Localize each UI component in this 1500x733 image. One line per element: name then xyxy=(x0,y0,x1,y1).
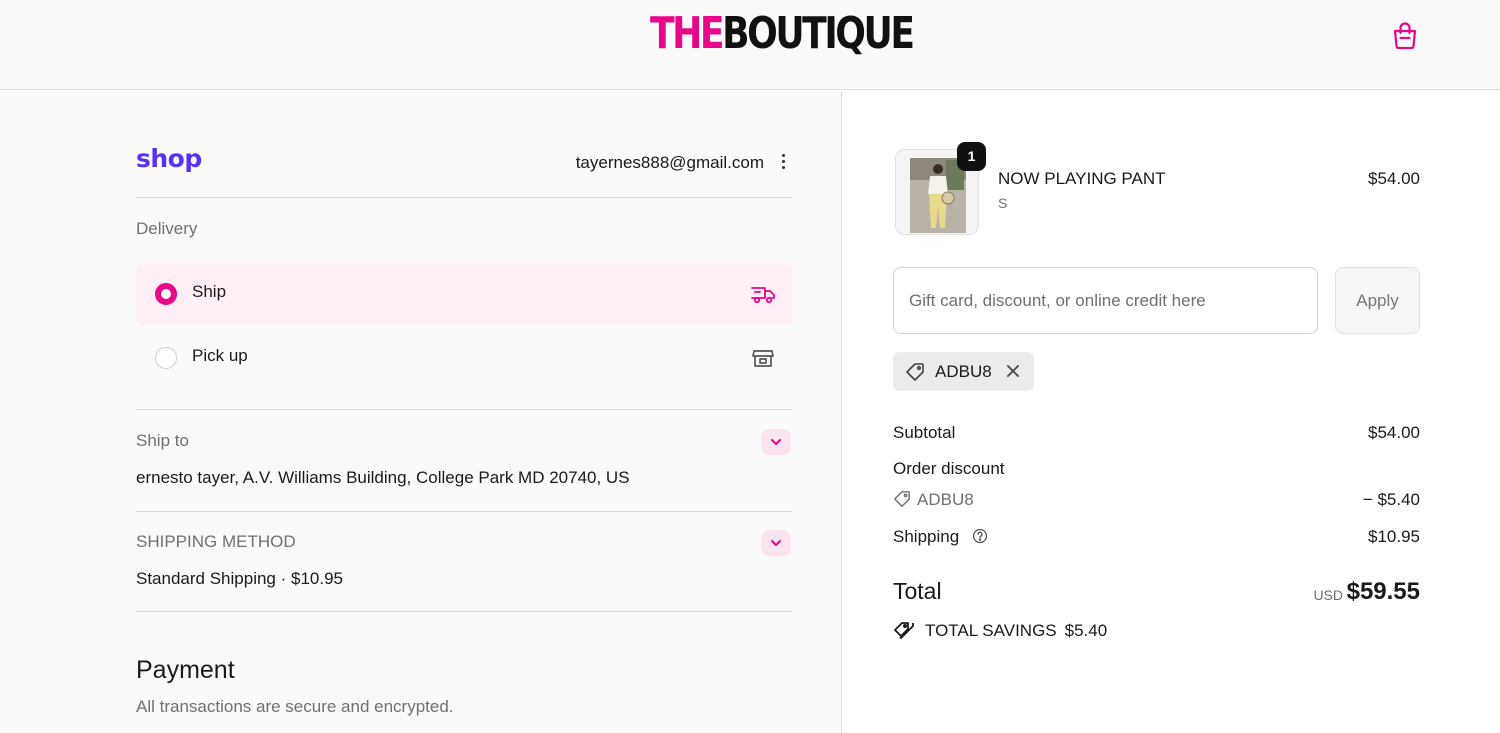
shop-pay-logo: shop xyxy=(136,144,202,173)
total-label: Total xyxy=(893,578,942,604)
ship-option-label: Ship xyxy=(192,282,227,301)
total-savings: TOTAL SAVINGS $5.40 xyxy=(893,620,1107,641)
shipping-value: $10.95 xyxy=(1368,527,1420,546)
ship-to-expand-button[interactable] xyxy=(761,429,791,455)
shipping-method-value: Standard Shipping · $10.95 xyxy=(136,569,343,588)
subtotal-value: $54.00 xyxy=(1368,423,1420,442)
order-discount-code: ADBU8 xyxy=(893,490,974,510)
chevron-down-icon xyxy=(771,540,781,546)
pickup-radio[interactable] xyxy=(155,347,177,369)
total-value: $59.55 xyxy=(1346,578,1420,605)
ship-radio[interactable] xyxy=(155,283,177,305)
divider xyxy=(136,409,792,410)
discount-code-input[interactable] xyxy=(893,267,1318,334)
payment-subtitle: All transactions are secure and encrypte… xyxy=(136,697,454,716)
apply-discount-button[interactable]: Apply xyxy=(1335,267,1420,334)
product-name: NOW PLAYING PANT xyxy=(998,169,1166,188)
order-summary: 1 NOW PLAYING PANT S $54.00 Apply ADBU8 … xyxy=(843,91,1500,733)
delivery-option-pickup[interactable]: Pick up xyxy=(136,328,792,388)
payment-heading: Payment xyxy=(136,656,235,684)
tag-icon xyxy=(906,363,924,381)
shipping-method-expand-button[interactable] xyxy=(761,530,791,556)
remove-discount-button[interactable] xyxy=(1003,361,1023,381)
divider xyxy=(136,197,792,198)
tags-icon xyxy=(894,622,914,639)
product-price: $54.00 xyxy=(1368,169,1420,188)
delivery-heading: Delivery xyxy=(136,219,198,238)
ship-to-label: Ship to xyxy=(136,431,189,450)
shopping-bag-icon[interactable] xyxy=(1392,21,1418,50)
kebab-menu-icon[interactable] xyxy=(778,154,788,174)
chevron-down-icon xyxy=(771,439,781,445)
checkout-main: shop tayernes888@gmail.com Delivery Ship… xyxy=(0,91,842,733)
divider xyxy=(136,511,792,512)
discount-code-text: ADBU8 xyxy=(917,490,974,509)
logo-part-boutique: BOUTIQUE xyxy=(722,8,915,59)
question-circle-icon[interactable] xyxy=(972,528,988,544)
order-discount-label: Order discount xyxy=(893,459,1005,478)
ship-to-address: ernesto tayer, A.V. Williams Building, C… xyxy=(136,468,630,487)
quantity-badge: 1 xyxy=(957,142,986,171)
close-icon xyxy=(1007,365,1019,377)
logo-part-the: THE xyxy=(650,8,725,59)
product-variant: S xyxy=(998,195,1008,211)
truck-icon xyxy=(750,281,776,307)
discount-value: − $5.40 xyxy=(1362,490,1420,509)
delivery-option-ship[interactable]: Ship xyxy=(136,264,792,324)
applied-code-label: ADBU8 xyxy=(935,362,992,381)
store-logo[interactable]: THEBOUTIQUE xyxy=(650,8,915,60)
shipping-method-label: SHIPPING METHOD xyxy=(136,532,296,551)
applied-discount-chip: ADBU8 xyxy=(893,352,1034,391)
savings-value: $5.40 xyxy=(1064,621,1108,640)
account-email: tayernes888@gmail.com xyxy=(575,153,764,172)
currency-code: USD xyxy=(1313,587,1343,603)
site-header: THEBOUTIQUE xyxy=(0,0,1500,90)
tag-icon xyxy=(894,491,910,507)
divider xyxy=(136,611,792,612)
pickup-option-label: Pick up xyxy=(192,346,248,365)
store-icon xyxy=(750,345,776,371)
subtotal-label: Subtotal xyxy=(893,423,956,442)
savings-label: TOTAL SAVINGS xyxy=(925,621,1057,640)
shipping-label: Shipping xyxy=(893,527,960,546)
